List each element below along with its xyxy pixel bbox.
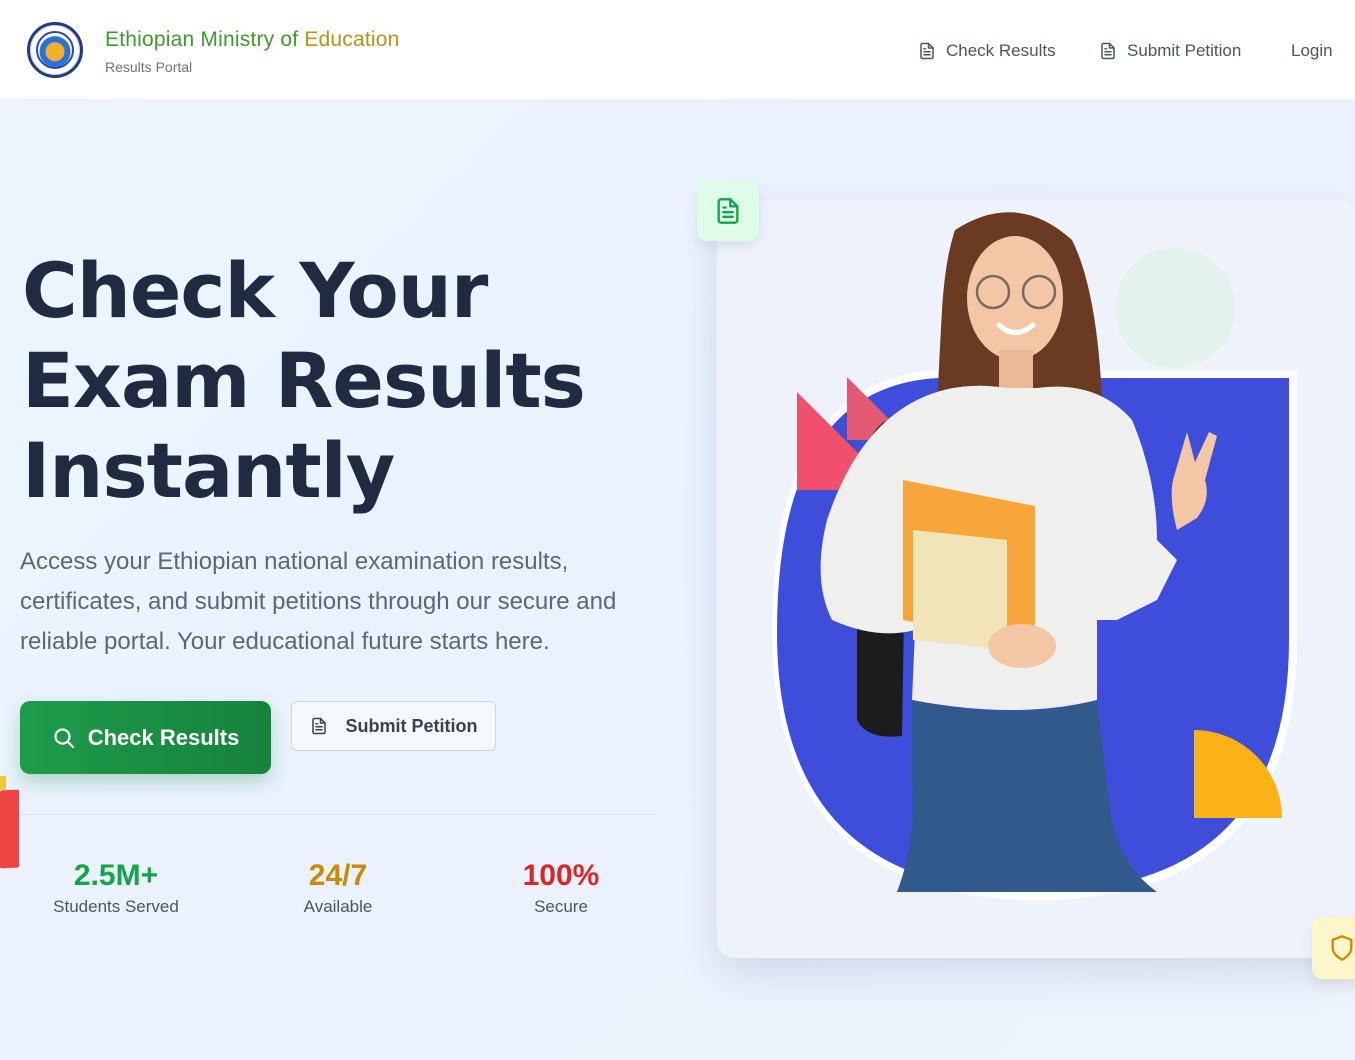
search-icon: [54, 727, 74, 748]
nav-submit-petition-label: Submit Petition: [1127, 41, 1242, 60]
hero-title-line-2: Exam Results: [22, 336, 586, 425]
decorative-shape: [0, 789, 19, 869]
submit-petition-button-label: Submit Petition: [345, 715, 478, 736]
hero-description: Access your Ethiopian national examinati…: [20, 548, 617, 655]
nav-check-results[interactable]: Check Results: [918, 38, 1056, 64]
stat-value: 24/7: [308, 859, 368, 892]
shield-badge: [1312, 917, 1355, 979]
nav-check-results-label: Check Results: [946, 41, 1056, 60]
stat-value: 2.5M+: [73, 859, 159, 892]
document-icon: [717, 198, 739, 224]
shield-icon: [1331, 935, 1353, 961]
document-icon: [311, 717, 326, 735]
brand-subtitle: Results Portal: [105, 59, 193, 75]
stat-label: Available: [303, 897, 373, 916]
brand-title[interactable]: Ethiopian Ministry of Education: [105, 28, 400, 52]
stat-value: 100%: [522, 859, 600, 892]
hero-title-line-1: Check Your: [22, 246, 488, 335]
brand-title-main: Ethiopian Ministry of: [105, 28, 299, 51]
hero-image-card: [717, 200, 1355, 958]
stat-label: Students Served: [53, 897, 179, 916]
submit-petition-button[interactable]: Submit Petition: [291, 701, 496, 751]
nav-submit-petition[interactable]: Submit Petition: [1099, 38, 1241, 64]
site-header: Ethiopian Ministry of Education Results …: [0, 0, 1355, 100]
stats-divider: [20, 814, 657, 815]
document-icon: [920, 42, 934, 60]
check-results-button[interactable]: Check Results: [20, 701, 271, 774]
nav-login-label: Login: [1291, 41, 1333, 60]
document-icon: [1101, 42, 1115, 60]
stat-students-served: 2.5M+ Students Served: [26, 858, 206, 917]
decorative-shape: [0, 776, 6, 790]
check-results-button-label: Check Results: [87, 724, 240, 750]
stat-label: Secure: [534, 897, 588, 916]
brand-title-tail: Education: [298, 28, 400, 51]
student-illustration: [772, 212, 1297, 900]
stat-secure: 100% Secure: [471, 858, 651, 917]
document-badge: [697, 181, 759, 241]
stat-available: 24/7 Available: [248, 858, 428, 917]
ministry-logo[interactable]: [27, 22, 83, 78]
hero-title-line-3: Instantly: [22, 426, 395, 515]
hero-title: Check Your Exam Results Instantly: [22, 246, 662, 516]
nav-login[interactable]: Login: [1291, 38, 1333, 64]
